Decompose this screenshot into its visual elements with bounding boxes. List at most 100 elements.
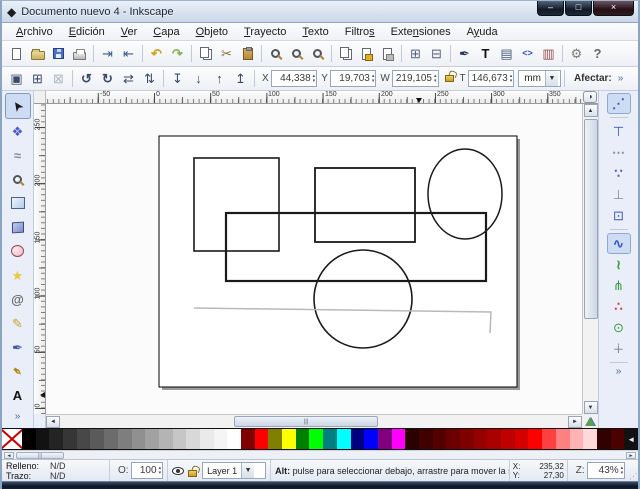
h-field[interactable]: 146,673▴▾ xyxy=(468,70,515,87)
palette-swatch-950000[interactable] xyxy=(474,429,488,449)
unit-dropdown-arrow[interactable]: ▼ xyxy=(545,71,558,86)
opacity-field[interactable]: 100 ▴▾ xyxy=(131,462,164,479)
snap-smooth-nodes-button[interactable]: ⊙ xyxy=(607,317,631,338)
palette-swatch-909090[interactable] xyxy=(132,429,146,449)
spiral-tool[interactable]: @ xyxy=(5,287,31,311)
layer-selector[interactable]: Layer 1 ▼ xyxy=(202,462,266,479)
text-tool[interactable]: A xyxy=(5,383,31,407)
snap-bounding-box-button[interactable]: ⊤ xyxy=(607,121,631,142)
palette-swatch-550000[interactable] xyxy=(433,429,447,449)
horizontal-scrollbar[interactable]: ◄ ||| ► xyxy=(46,414,582,428)
palette-swatch-400000[interactable] xyxy=(419,429,433,449)
palette-swatch-ff0000[interactable] xyxy=(528,429,542,449)
pen-tool[interactable]: ✒ xyxy=(5,335,31,359)
palette-swatch-4d0000[interactable] xyxy=(611,429,625,449)
star-tool[interactable]: ★ xyxy=(5,263,31,287)
zoom-drawing-button[interactable] xyxy=(286,43,307,64)
snap-paths-button[interactable]: ≀ xyxy=(607,254,631,275)
gamut-triangle-icon[interactable] xyxy=(585,417,595,426)
undo-button[interactable]: ↶ xyxy=(146,43,167,64)
group-button[interactable]: ⊞ xyxy=(405,43,426,64)
toolbox-overflow-chevron[interactable]: » xyxy=(15,411,21,422)
palette-swatch-ff00ff[interactable] xyxy=(392,429,406,449)
palette-scroll-thumb[interactable]: ||| xyxy=(16,452,64,459)
y-spinner[interactable]: ▴▾ xyxy=(372,74,375,84)
y-field[interactable]: 19,703▴▾ xyxy=(330,70,377,87)
x-spinner[interactable]: ▴▾ xyxy=(313,74,316,84)
unit-selector[interactable]: mm▼ xyxy=(518,70,561,87)
menu-capa[interactable]: Capa xyxy=(145,25,187,39)
node-tool[interactable]: ❖ xyxy=(5,119,31,143)
vertical-ruler[interactable]: 250200150100500 xyxy=(34,104,46,414)
layer-visibility-icon[interactable] xyxy=(172,467,184,475)
snap-nodes-button[interactable]: ∿ xyxy=(607,233,631,254)
cut-button[interactable]: ✂ xyxy=(216,43,237,64)
select-all-layers-button[interactable]: ⊞ xyxy=(27,68,48,89)
palette-swatch-121212[interactable] xyxy=(36,429,50,449)
zoom-spinner[interactable]: ▴▾ xyxy=(621,466,624,476)
palette-swatch-ffffff[interactable] xyxy=(227,429,241,449)
deselect-button[interactable]: ⊠ xyxy=(48,68,69,89)
snap-bbox-corners-button[interactable]: ∵ xyxy=(607,163,631,184)
box3d-tool[interactable] xyxy=(5,215,31,239)
palette-scroll-right-arrow[interactable]: ► xyxy=(626,452,636,459)
rectangle-tool[interactable] xyxy=(5,191,31,215)
enable-snapping-button[interactable]: ⋰ xyxy=(607,93,631,114)
palette-scrollbar[interactable]: ◄ ||| ► xyxy=(2,450,638,459)
palette-swatch-ffd9d9[interactable] xyxy=(583,429,597,449)
flip-horizontal-button[interactable]: ⇄ xyxy=(118,68,139,89)
palette-swatch-7e7e7e[interactable] xyxy=(118,429,132,449)
h-spinner[interactable]: ▴▾ xyxy=(510,74,513,84)
zoom-tool[interactable] xyxy=(5,167,31,191)
open-document-button[interactable] xyxy=(27,43,48,64)
palette-swatch-000080[interactable] xyxy=(351,429,365,449)
palette-swatch-0000ff[interactable] xyxy=(364,429,378,449)
duplicate-button[interactable] xyxy=(335,43,356,64)
lower-button[interactable]: ↓ xyxy=(188,68,209,89)
palette-swatch-300000[interactable] xyxy=(597,429,611,449)
palette-swatch-d40000[interactable] xyxy=(515,429,529,449)
palette-swatch-ff4040[interactable] xyxy=(542,429,556,449)
copy-button[interactable] xyxy=(195,43,216,64)
layer-lock-icon[interactable] xyxy=(188,470,197,477)
calligraphy-tool[interactable]: ✒ xyxy=(5,359,31,383)
snap-cusp-nodes-button[interactable]: ∴ xyxy=(607,296,631,317)
palette-swatch-none[interactable] xyxy=(2,429,22,449)
close-button[interactable]: × xyxy=(593,1,634,16)
w-spinner[interactable]: ▴▾ xyxy=(434,74,437,84)
menu-edición[interactable]: Edición xyxy=(61,25,113,39)
palette-swatch-242424[interactable] xyxy=(49,429,63,449)
palette-swatch-800000[interactable] xyxy=(460,429,474,449)
rotate-cw-button[interactable]: ↻ xyxy=(97,68,118,89)
palette-swatch-aa0000[interactable] xyxy=(487,429,501,449)
select-all-button[interactable]: ▣ xyxy=(6,68,27,89)
fill-stroke-indicator[interactable]: Relleno: N/D Trazo: N/D xyxy=(2,460,110,481)
palette-swatch-800080[interactable] xyxy=(378,429,392,449)
scroll-down-arrow[interactable]: ▼ xyxy=(584,401,598,414)
palette-swatch-00ffff[interactable] xyxy=(337,429,351,449)
layers-dialog-button[interactable]: ▤ xyxy=(496,43,517,64)
vertical-scrollbar[interactable]: ▲ ▼ xyxy=(582,104,598,414)
align-dialog-button[interactable]: ▥ xyxy=(538,43,559,64)
color-managed-display-button[interactable]: ◑ xyxy=(583,91,597,103)
print-document-button[interactable] xyxy=(69,43,90,64)
horizontal-ruler[interactable]: -50050100150200250300350 xyxy=(46,91,582,104)
palette-swatch-008000[interactable] xyxy=(296,429,310,449)
palette-swatch-d8d8d8[interactable] xyxy=(186,429,200,449)
horizontal-scroll-thumb[interactable]: ||| xyxy=(234,416,378,427)
scroll-right-arrow[interactable]: ► xyxy=(568,416,582,428)
palette-swatch-00ff00[interactable] xyxy=(309,429,323,449)
snap-midpoints-button[interactable]: ∔ xyxy=(607,338,631,359)
palette-swatch-363636[interactable] xyxy=(63,429,77,449)
snapbar-overflow-chevron[interactable]: » xyxy=(616,366,622,377)
unlink-clone-button[interactable] xyxy=(377,43,398,64)
ellipse-tool[interactable] xyxy=(5,239,31,263)
text-dialog-button[interactable]: T xyxy=(475,43,496,64)
lock-ratio-icon[interactable] xyxy=(445,75,454,82)
scroll-up-arrow[interactable]: ▲ xyxy=(584,104,598,117)
snap-bbox-edges-button[interactable]: ⋯ xyxy=(607,142,631,163)
menu-trayecto[interactable]: Trayecto xyxy=(236,25,294,39)
palette-swatch-eaeaea[interactable] xyxy=(200,429,214,449)
resize-grip[interactable]: ⋰ xyxy=(629,473,638,481)
minimize-button[interactable]: – xyxy=(537,1,564,16)
